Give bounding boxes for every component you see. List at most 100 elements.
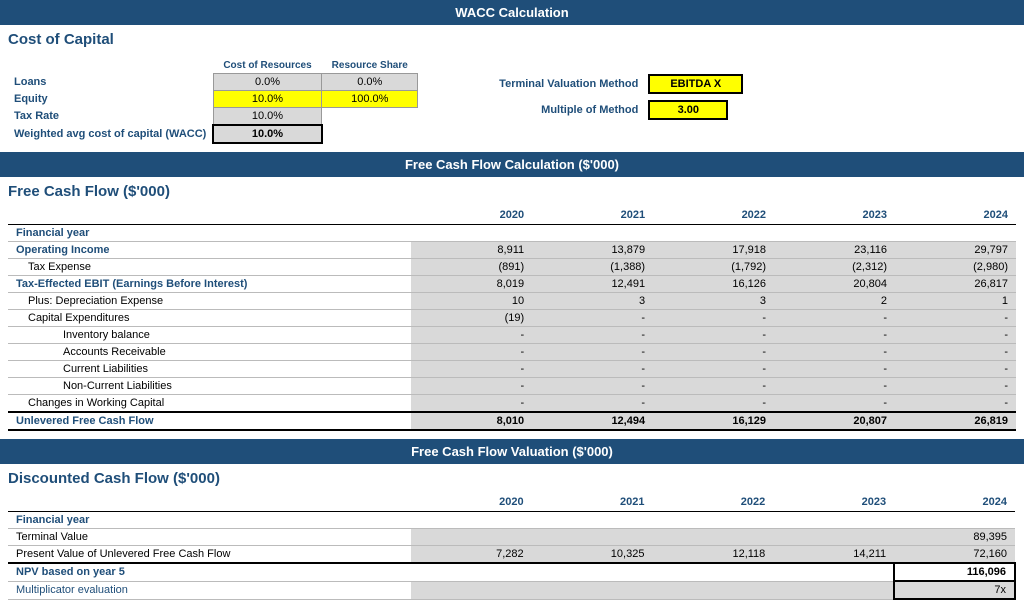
cell-value: -	[653, 395, 774, 413]
table-row: Terminal Value89,395	[8, 529, 1015, 546]
fcf-title: Free Cash Flow ($'000)	[0, 177, 1024, 202]
cell-value	[532, 563, 653, 581]
multiple-method-label: Multiple of Method	[438, 104, 638, 116]
cell-value: (1,792)	[653, 259, 774, 276]
cell-value: -	[653, 361, 774, 378]
cell-value: 116,096	[894, 563, 1015, 581]
cell-value: -	[653, 344, 774, 361]
table-row: Financial year	[8, 512, 1015, 529]
table-row: Inventory balance-----	[8, 327, 1016, 344]
cell-value: -	[411, 344, 532, 361]
fcf-col-label	[8, 206, 411, 225]
table-row: Capital Expenditures(19)----	[8, 310, 1016, 327]
multiple-method-value[interactable]: 3.00	[648, 100, 728, 120]
cell-value: -	[411, 361, 532, 378]
cell-value: (1,388)	[532, 259, 653, 276]
cell-value: 13,879	[532, 242, 653, 259]
cell-value: -	[532, 310, 653, 327]
cell-value: -	[532, 395, 653, 413]
cell-value: -	[895, 327, 1016, 344]
table-row: Unlevered Free Cash Flow8,01012,49416,12…	[8, 412, 1016, 430]
cell-value: -	[895, 395, 1016, 413]
cell-value: 8,010	[411, 412, 532, 430]
fcf-table: 2020 2021 2022 2023 2024 Financial yearO…	[8, 206, 1016, 431]
terminal-valuation-row: Terminal Valuation Method EBITDA X	[438, 74, 743, 94]
dcf-title: Discounted Cash Flow ($'000)	[0, 464, 1024, 489]
cost-of-capital-title: Cost of Capital	[0, 25, 1024, 50]
wacc-section-header: WACC Calculation	[0, 0, 1024, 25]
dcf-container: 2020 2021 2022 2023 2024 Financial yearT…	[0, 489, 1024, 608]
cell-value: (2,980)	[895, 259, 1016, 276]
cell-value: -	[653, 378, 774, 395]
dcf-col-2022: 2022	[652, 493, 773, 512]
cell-value: 14,211	[773, 546, 894, 564]
table-row: Multiplicator evaluation7x	[8, 581, 1015, 599]
dcf-col-2024: 2024	[894, 493, 1015, 512]
cell-value: 20,804	[774, 276, 895, 293]
fcf-container: 2020 2021 2022 2023 2024 Financial yearO…	[0, 202, 1024, 439]
dcf-col-label	[8, 493, 411, 512]
cell-value	[411, 581, 532, 599]
dcf-section-header: Free Cash Flow Valuation ($'000)	[0, 439, 1024, 464]
cell-value	[411, 529, 532, 546]
table-row: Non-Current Liabilities-----	[8, 378, 1016, 395]
cell-value: 89,395	[894, 529, 1015, 546]
multiple-method-row: Multiple of Method 3.00	[438, 100, 743, 120]
cell-value: 17,918	[653, 242, 774, 259]
table-row: Accounts Receivable-----	[8, 344, 1016, 361]
cell-value: -	[532, 344, 653, 361]
cell-value: 72,160	[894, 546, 1015, 564]
cell-value: -	[532, 378, 653, 395]
cell-value: 16,126	[653, 276, 774, 293]
cell-value	[652, 529, 773, 546]
table-row: Changes in Working Capital-----	[8, 395, 1016, 413]
cell-value: 10	[411, 293, 532, 310]
cell-value: 26,819	[895, 412, 1016, 430]
table-row: Equity 10.0% 100.0%	[8, 91, 418, 108]
cell-value: 7,282	[411, 546, 532, 564]
cell-value	[773, 563, 894, 581]
table-row: Operating Income8,91113,87917,91823,1162…	[8, 242, 1016, 259]
table-row: Current Liabilities-----	[8, 361, 1016, 378]
table-row: Present Value of Unlevered Free Cash Flo…	[8, 546, 1015, 564]
cell-value	[773, 581, 894, 599]
table-row: NPV based on year 5116,096	[8, 563, 1015, 581]
cell-value: 10,325	[532, 546, 653, 564]
cell-value: 26,817	[895, 276, 1016, 293]
cell-value: -	[411, 395, 532, 413]
cell-value: 16,129	[653, 412, 774, 430]
col-resource-share: Resource Share	[322, 58, 418, 74]
fcf-col-2022: 2022	[653, 206, 774, 225]
cell-value: 12,491	[532, 276, 653, 293]
cell-value: -	[895, 310, 1016, 327]
cell-value: 8,019	[411, 276, 532, 293]
table-row: Tax-Effected EBIT (Earnings Before Inter…	[8, 276, 1016, 293]
cell-value: -	[774, 310, 895, 327]
cell-value: -	[774, 361, 895, 378]
cell-value: 7x	[894, 581, 1015, 599]
cell-value: 12,118	[652, 546, 773, 564]
fcf-col-2020: 2020	[411, 206, 532, 225]
cell-value: 1	[895, 293, 1016, 310]
cell-value	[652, 563, 773, 581]
col-cost-resources: Cost of Resources	[213, 58, 321, 74]
cell-value: -	[895, 378, 1016, 395]
wacc-container: Cost of Resources Resource Share Loans 0…	[0, 50, 1024, 152]
cell-value	[652, 581, 773, 599]
wacc-table: Cost of Resources Resource Share Loans 0…	[8, 58, 418, 144]
cell-value: 23,116	[774, 242, 895, 259]
cell-value: -	[774, 344, 895, 361]
cell-value: -	[532, 361, 653, 378]
cell-value: (19)	[411, 310, 532, 327]
cell-value	[532, 581, 653, 599]
cell-value: (2,312)	[774, 259, 895, 276]
cell-value: -	[411, 327, 532, 344]
dcf-col-2023: 2023	[773, 493, 894, 512]
cell-value: 29,797	[895, 242, 1016, 259]
cell-value	[773, 529, 894, 546]
dcf-table: 2020 2021 2022 2023 2024 Financial yearT…	[8, 493, 1016, 600]
table-row: Weighted avg cost of capital (WACC) 10.0…	[8, 125, 418, 143]
cell-value: -	[774, 395, 895, 413]
cell-value	[411, 563, 532, 581]
terminal-valuation-value[interactable]: EBITDA X	[648, 74, 743, 94]
